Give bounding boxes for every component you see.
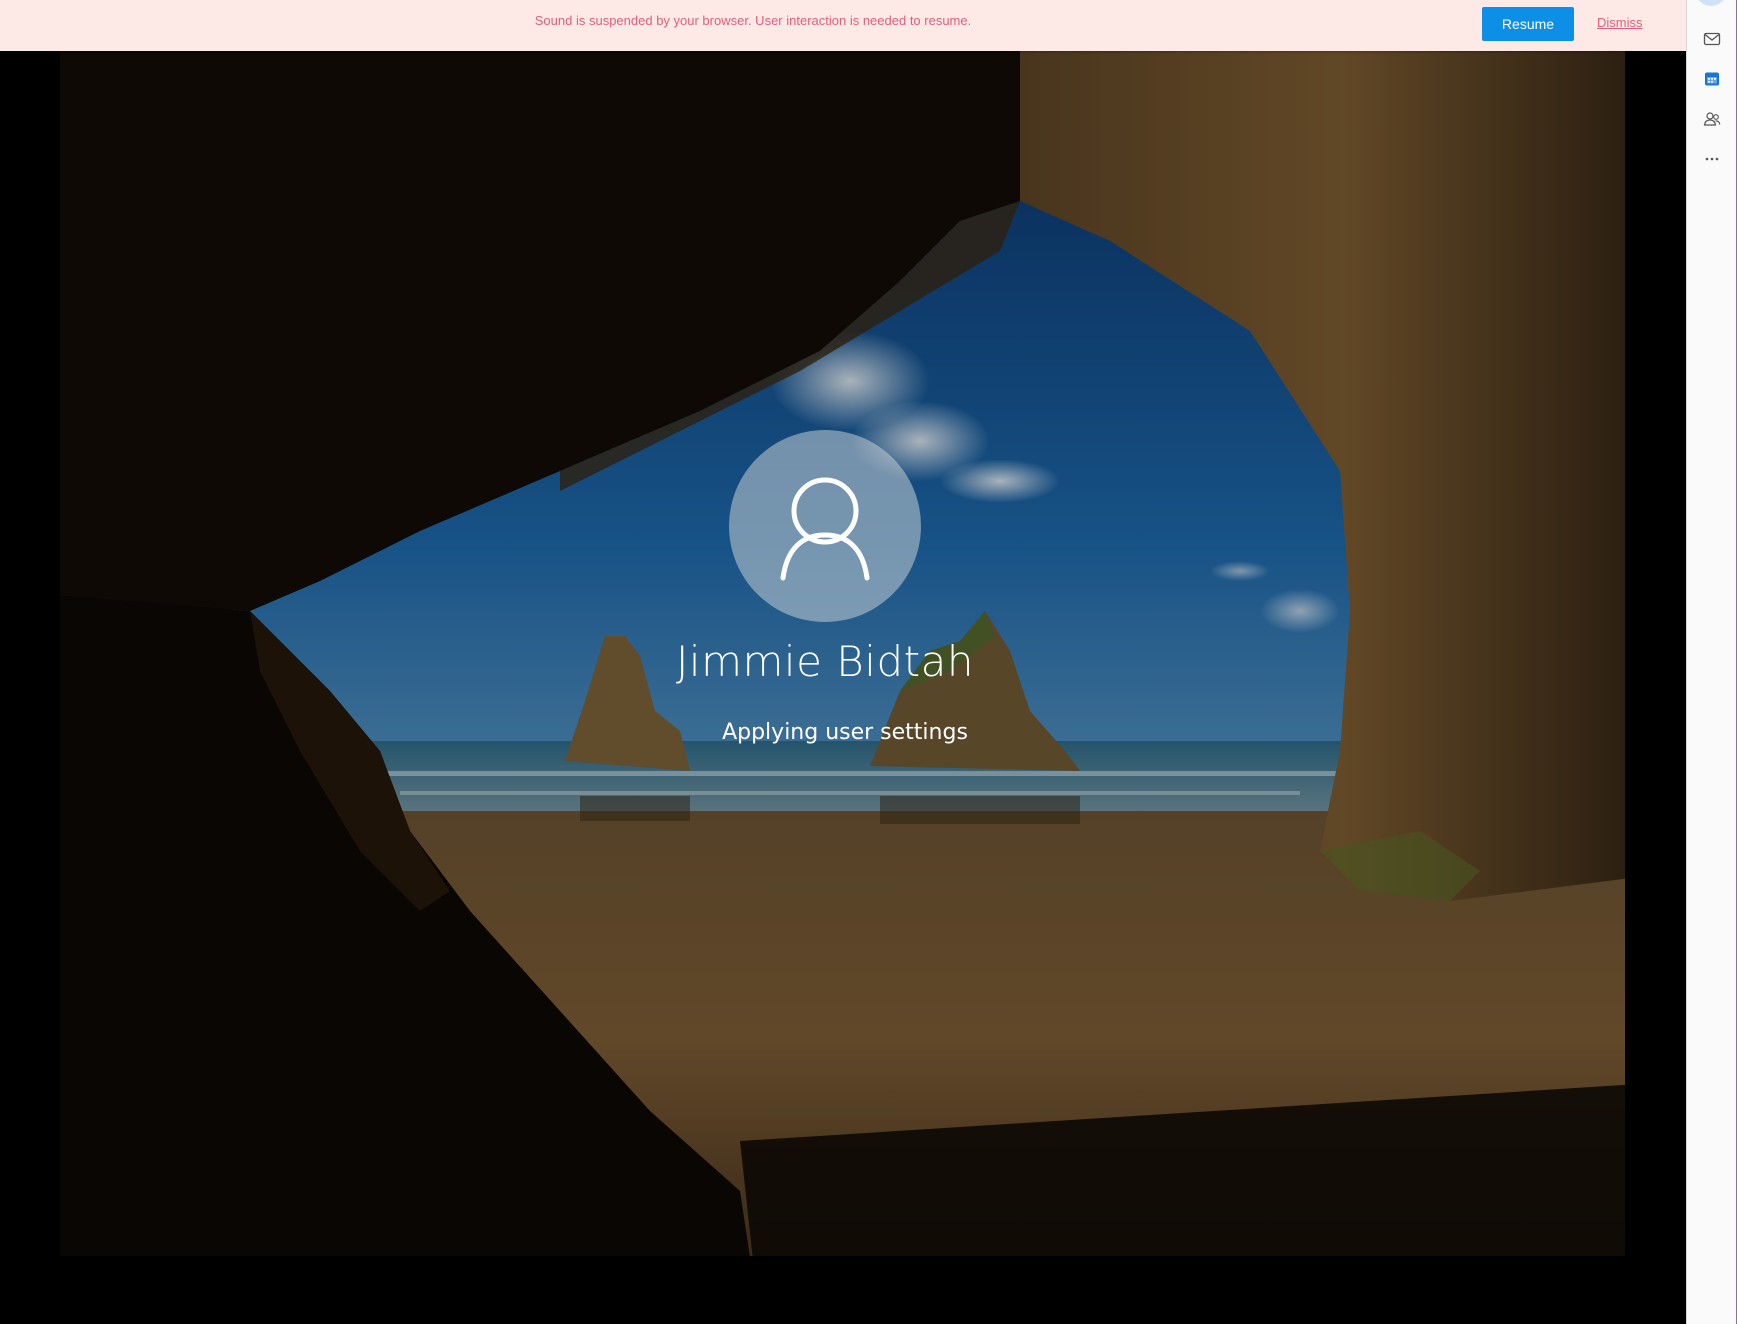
user-avatar — [729, 430, 921, 622]
login-status: Applying user settings — [722, 720, 968, 745]
lock-screen-wallpaper — [0, 51, 1686, 1324]
calendar-icon[interactable] — [1702, 69, 1722, 89]
right-sidebar — [1686, 0, 1737, 1324]
beach-cave-scene — [0, 51, 1686, 1324]
dismiss-link[interactable]: Dismiss — [1597, 15, 1643, 30]
more-icon[interactable] — [1702, 149, 1722, 169]
resume-button[interactable]: Resume — [1482, 7, 1574, 41]
sound-suspended-banner: Sound is suspended by your browser. User… — [0, 0, 1686, 51]
mail-icon[interactable] — [1702, 29, 1722, 49]
user-name: Jimmie Bidtah — [676, 637, 974, 686]
people-icon[interactable] — [1702, 109, 1722, 129]
banner-message: Sound is suspended by your browser. User… — [534, 13, 972, 28]
account-avatar[interactable] — [1696, 0, 1726, 6]
user-icon — [780, 477, 870, 581]
